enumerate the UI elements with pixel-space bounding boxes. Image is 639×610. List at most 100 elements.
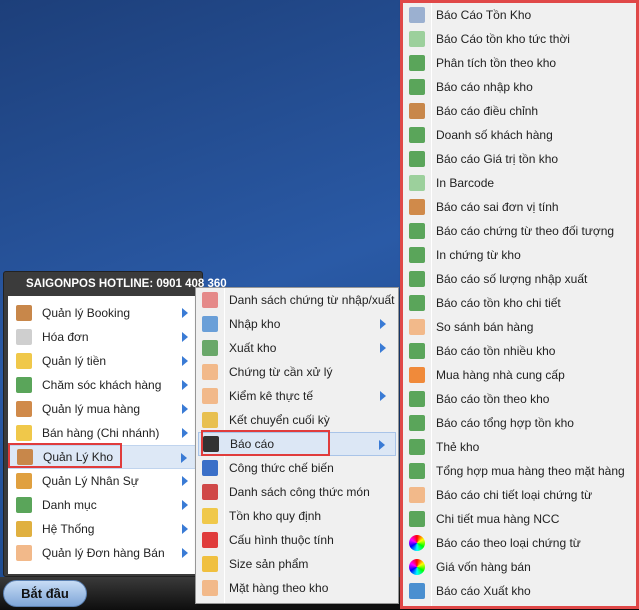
window-export-icon	[409, 583, 425, 599]
menu-item-quan-ly-tien[interactable]: Quản lý tiền	[8, 349, 198, 373]
menu-item-nhap-kho[interactable]: Nhập kho	[198, 312, 396, 336]
menu-item-label: Doanh số khách hàng	[436, 128, 553, 142]
menu-item-quan-ly-don-hang-ban[interactable]: Quản lý Đơn hàng Bán	[8, 541, 198, 565]
menu-item-bao-cao-ton-nhieu-kho[interactable]: Báo cáo tồn nhiều kho	[405, 339, 634, 363]
menu-item-cong-thuc-che-bien[interactable]: Công thức chế biến	[198, 456, 396, 480]
menu-item-label: Kiểm kê thực tế	[229, 389, 314, 403]
box-icon	[16, 329, 32, 345]
menu-item-bao-cao-chung-tu-theo-doi-tuong[interactable]: Báo cáo chứng từ theo đối tượng	[405, 219, 634, 243]
menu-item-label: Báo cáo nhập kho	[436, 80, 533, 94]
network-icon	[16, 497, 32, 513]
report-export-icon	[409, 343, 425, 359]
menu-item-label: Thẻ kho	[436, 440, 480, 454]
menu-item-bao-cao-tong-hop-ton-kho[interactable]: Báo cáo tổng hợp tồn kho	[405, 411, 634, 435]
menu-item-in-chung-tu-kho[interactable]: In chứng từ kho	[405, 243, 634, 267]
chevron-right-icon	[182, 356, 188, 366]
menu-item-bao-cao-ton-kho-tuc-thoi[interactable]: Báo Cáo tồn kho tức thời	[405, 27, 634, 51]
menu-item-cham-soc-khach-hang[interactable]: Chăm sóc khách hàng	[8, 373, 198, 397]
menu-item-bao-cao-chi-tiet-loai-chung-tu[interactable]: Báo cáo chi tiết loại chứng từ	[405, 483, 634, 507]
menu-item-bao-cao-nhap-kho[interactable]: Báo cáo nhập kho	[405, 75, 634, 99]
chevron-right-icon	[380, 343, 386, 353]
report-export-icon	[409, 271, 425, 287]
chevron-right-icon	[182, 524, 188, 534]
menu-item-bao-cao-ton-kho[interactable]: Báo Cáo Tồn Kho	[405, 3, 634, 27]
report-icon	[409, 7, 425, 23]
chevron-right-icon	[181, 453, 187, 463]
menu-item-danh-sach-chung-tu-nhap-xuat[interactable]: Danh sách chứng từ nhập/xuất	[198, 288, 396, 312]
report-export-icon	[409, 247, 425, 263]
menu-item-label: Báo cáo tổng hợp tồn kho	[436, 416, 574, 430]
menu-item-bao-cao-ton-kho-chi-tiet[interactable]: Báo cáo tồn kho chi tiết	[405, 291, 634, 315]
menu-item-chung-tu-can-xu-ly[interactable]: Chứng từ cần xử lý	[198, 360, 396, 384]
menu-item-gia-von-hang-ban[interactable]: Giá vốn hàng bán	[405, 555, 634, 579]
menu-item-bao-cao-ton-theo-kho[interactable]: Báo cáo tồn theo kho	[405, 387, 634, 411]
menu-item-bao-cao-xuat-kho[interactable]: Báo cáo Xuất kho	[405, 579, 634, 603]
menu-item-label: Tồn kho quy định	[229, 509, 322, 523]
menu-item-label: Báo cáo chứng từ theo đối tượng	[436, 224, 615, 238]
menu-item-label: Nhập kho	[229, 317, 281, 331]
report-export-icon	[409, 391, 425, 407]
menu-item-quan-ly-nhan-su[interactable]: Quản Lý Nhân Sự	[8, 469, 198, 493]
menu-item-hoa-don[interactable]: Hóa đơn	[8, 325, 198, 349]
folder-icon	[16, 353, 32, 369]
menu-item-mua-hang-nha-cung-cap[interactable]: Mua hàng nhà cung cấp	[405, 363, 634, 387]
chevron-right-icon	[182, 380, 188, 390]
menu-item-bao-cao-gia-tri-ton-kho[interactable]: Báo cáo Giá trị tồn kho	[405, 147, 634, 171]
menu-item-ket-chuyen-cuoi-ky[interactable]: Kết chuyển cuối kỳ	[198, 408, 396, 432]
highlight-box-bao-cao	[201, 430, 330, 456]
user-house-icon	[409, 199, 425, 215]
menu-item-bao-cao-theo-loai-chung-tu[interactable]: Báo cáo theo loại chứng từ	[405, 531, 634, 555]
menu-item-label: So sánh bán hàng	[436, 320, 534, 334]
menu-item-danh-muc[interactable]: Danh mục	[8, 493, 198, 517]
window-out-icon	[202, 340, 218, 356]
user-icon	[16, 473, 32, 489]
tag-icon	[202, 580, 218, 596]
menu-item-bao-cao-so-luong-nhap-xuat[interactable]: Báo cáo số lượng nhập xuất	[405, 267, 634, 291]
tag-icon	[16, 545, 32, 561]
tag-icon	[202, 388, 218, 404]
chevron-right-icon	[182, 308, 188, 318]
cubes-icon	[202, 484, 218, 500]
menu-item-phan-tich-ton-theo-kho[interactable]: Phân tích tồn theo kho	[405, 51, 634, 75]
menu-item-kiem-ke-thuc-te[interactable]: Kiểm kê thực tế	[198, 384, 396, 408]
menu-item-he-thong[interactable]: Hệ Thống	[8, 517, 198, 541]
house-icon	[16, 305, 32, 321]
menu-item-label: Danh sách chứng từ nhập/xuất	[229, 293, 395, 307]
menu-item-label: Phân tích tồn theo kho	[436, 56, 557, 70]
user-house-icon	[16, 401, 32, 417]
chevron-right-icon	[182, 404, 188, 414]
menu-item-label: Công thức chế biến	[229, 461, 334, 475]
menu-item-label: Size sản phẩm	[229, 557, 309, 571]
menu-item-bao-cao-sai-don-vi-tinh[interactable]: Báo cáo sai đơn vị tính	[405, 195, 634, 219]
menu-item-quan-ly-booking[interactable]: Quản lý Booking	[8, 301, 198, 325]
menu-item-xuat-kho[interactable]: Xuất kho	[198, 336, 396, 360]
chevron-right-icon	[379, 440, 385, 450]
network-icon	[16, 377, 32, 393]
start-button[interactable]: Bắt đầu	[3, 580, 87, 607]
menu-item-label: Tổng hợp mua hàng theo mặt hàng	[436, 464, 625, 478]
menu-item-ton-kho-quy-dinh[interactable]: Tồn kho quy định	[198, 504, 396, 528]
transfer-icon	[202, 412, 218, 428]
menu-item-label: Giá vốn hàng bán	[436, 560, 531, 574]
tag-icon	[409, 31, 425, 47]
menu-item-doanh-so-khach-hang[interactable]: Doanh số khách hàng	[405, 123, 634, 147]
highlight-box-quan-ly-kho	[8, 443, 122, 468]
menu-item-label: Báo cáo theo loại chứng từ	[436, 536, 581, 550]
menu-item-label: Chứng từ cần xử lý	[229, 365, 333, 379]
chevron-right-icon	[182, 332, 188, 342]
network-icon	[409, 223, 425, 239]
menu-item-bao-cao-dieu-chinh[interactable]: Báo cáo điều chỉnh	[405, 99, 634, 123]
tag-icon	[409, 487, 425, 503]
menu-item-cau-hinh-thuoc-tinh[interactable]: Cấu hình thuộc tính	[198, 528, 396, 552]
menu-item-danh-sach-cong-thuc-mon[interactable]: Danh sách công thức món	[198, 480, 396, 504]
menu-item-tong-hop-mua-hang-theo-mat-hang[interactable]: Tổng hợp mua hàng theo mặt hàng	[405, 459, 634, 483]
menu-item-quan-ly-mua-hang[interactable]: Quản lý mua hàng	[8, 397, 198, 421]
menu-item-so-sanh-ban-hang[interactable]: So sánh bán hàng	[405, 315, 634, 339]
menu-item-ban-hang-chi-nhanh[interactable]: Bán hàng (Chi nhánh)	[8, 421, 198, 445]
menu-item-the-kho[interactable]: Thẻ kho	[405, 435, 634, 459]
menu-item-size-san-pham[interactable]: Size sản phẩm	[198, 552, 396, 576]
menu-item-in-barcode[interactable]: In Barcode	[405, 171, 634, 195]
menu-item-mat-hang-theo-kho[interactable]: Mặt hàng theo kho	[198, 576, 396, 600]
menu-item-chi-tiet-mua-hang-ncc[interactable]: Chi tiết mua hàng NCC	[405, 507, 634, 531]
rss-export-icon	[409, 367, 425, 383]
